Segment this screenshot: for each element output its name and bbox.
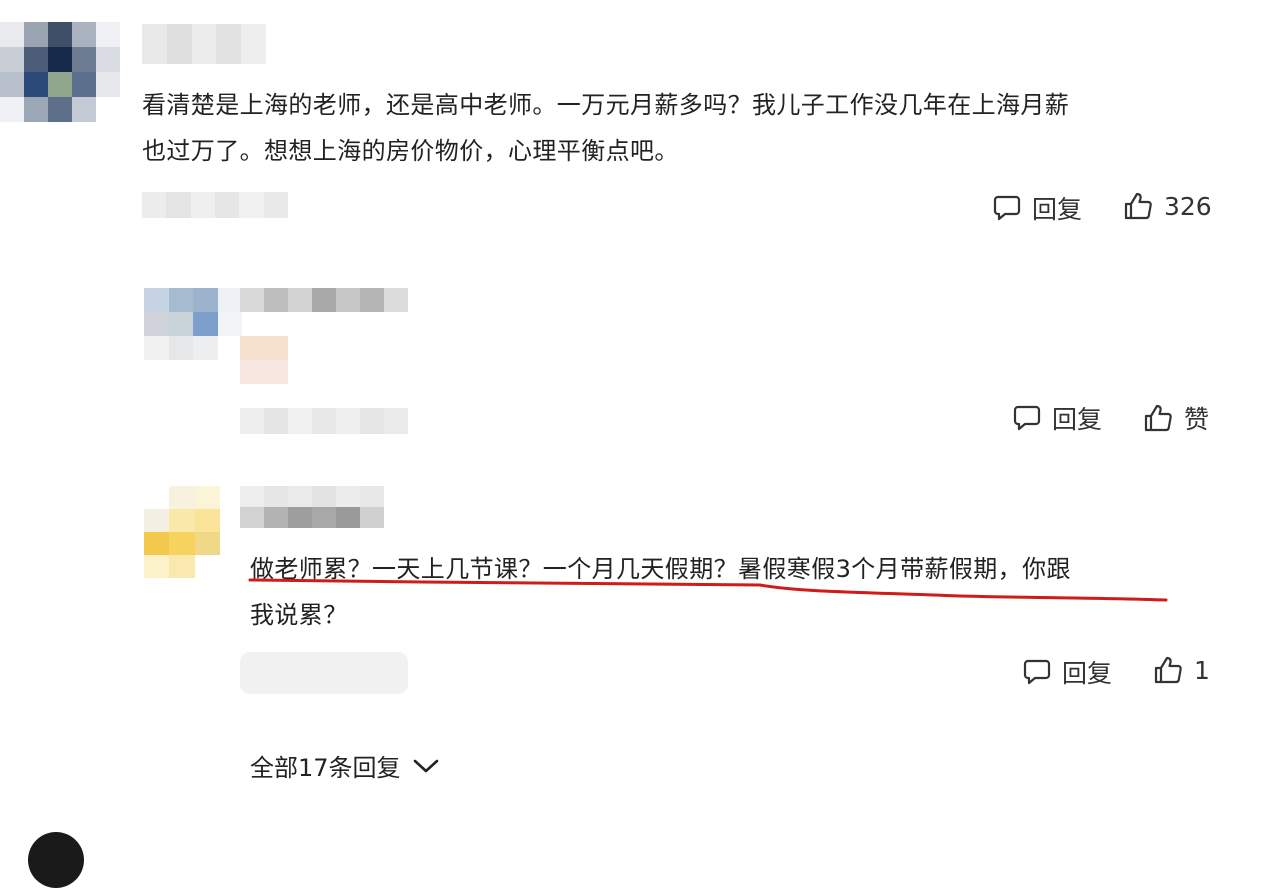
comment-meta	[240, 408, 408, 434]
like-count: 326	[1164, 191, 1212, 221]
comment-meta	[142, 192, 288, 218]
reply-label: 回复	[1062, 659, 1113, 688]
avatar[interactable]	[28, 832, 84, 888]
avatar[interactable]	[0, 22, 120, 122]
view-all-replies-label: 全部17条回复	[250, 754, 401, 782]
view-all-replies-button[interactable]: 全部17条回复	[250, 748, 441, 783]
username[interactable]	[142, 24, 266, 64]
comment-text: 看清楚是上海的老师，还是高中老师。一万元月薪多吗？我儿子工作没几年在上海月薪 也…	[142, 82, 1069, 174]
username[interactable]	[240, 288, 408, 312]
reply-button[interactable]: 回复	[1012, 400, 1102, 436]
thumbs-up-icon	[1142, 402, 1174, 434]
comment-meta	[240, 652, 408, 694]
like-count: 1	[1194, 655, 1210, 685]
reply-label: 回复	[1052, 405, 1103, 434]
like-label: 赞	[1184, 405, 1210, 434]
avatar[interactable]	[144, 486, 220, 578]
comment-line: 看清楚是上海的老师，还是高中老师。一万元月薪多吗？我儿子工作没几年在上海月薪	[142, 91, 1070, 119]
comment-line: 我说累？	[250, 601, 348, 629]
thumbs-up-icon	[1122, 190, 1154, 222]
comment-bubble-icon	[992, 193, 1022, 223]
reply-target-mention	[240, 336, 288, 384]
avatar[interactable]	[144, 288, 242, 360]
comment-text: 做老师累？一天上几节课？一个月几天假期？暑假寒假3个月带薪假期，你跟 我说累？	[250, 546, 1071, 638]
comment-bubble-icon	[1012, 403, 1042, 433]
username[interactable]	[240, 486, 384, 528]
reply-button[interactable]: 回复	[1022, 654, 1112, 690]
like-button[interactable]: 326	[1122, 190, 1212, 222]
comment-bubble-icon	[1022, 657, 1052, 687]
reply-button[interactable]: 回复	[992, 190, 1082, 226]
thumbs-up-icon	[1152, 654, 1184, 686]
reply-label: 回复	[1032, 195, 1083, 224]
like-button[interactable]: 赞	[1142, 400, 1209, 436]
like-button[interactable]: 1	[1152, 654, 1210, 686]
comment-line: 也过万了。想想上海的房价物价，心理平衡点吧。	[142, 137, 679, 165]
comment-line: 做老师累？一天上几节课？一个月几天假期？暑假寒假3个月带薪假期，你跟	[250, 555, 1071, 583]
chevron-down-icon	[411, 756, 441, 776]
